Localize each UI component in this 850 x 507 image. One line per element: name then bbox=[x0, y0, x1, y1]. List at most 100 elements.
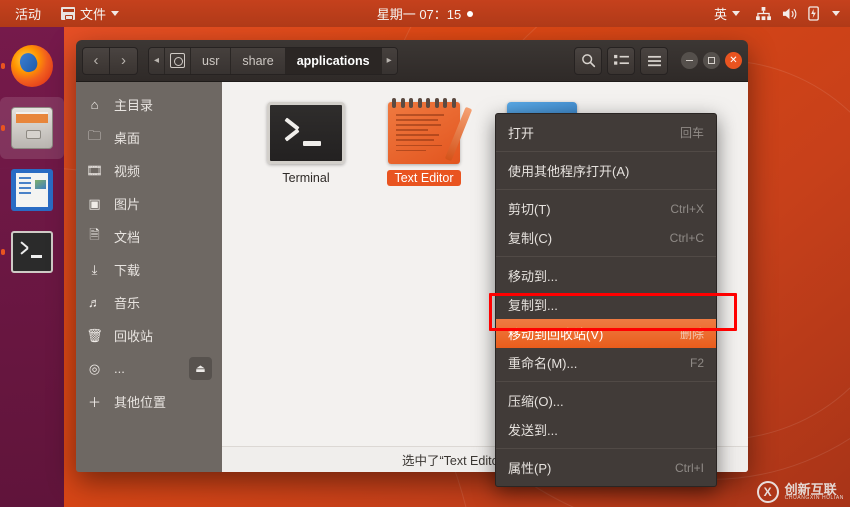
menu-item-label: 复制(C) bbox=[508, 231, 553, 246]
watermark-logo-icon: X bbox=[756, 481, 779, 503]
hamburger-menu-icon bbox=[647, 55, 661, 66]
libreoffice-writer-icon bbox=[11, 169, 53, 211]
battery-icon[interactable] bbox=[808, 6, 821, 21]
breadcrumb-item-share[interactable]: share bbox=[231, 47, 286, 74]
back-button[interactable]: ‹ bbox=[82, 46, 110, 75]
input-method-button[interactable]: 英 bbox=[709, 2, 745, 25]
file-item-terminal[interactable]: Terminal bbox=[250, 96, 362, 192]
headerbar-right: ✕ bbox=[574, 46, 742, 75]
breadcrumb-item-usr[interactable]: usr bbox=[191, 47, 232, 74]
file-label: Text Editor bbox=[387, 170, 461, 186]
menu-item-rename[interactable]: 重命名(M)... F2 bbox=[496, 348, 716, 377]
list-view-icon bbox=[613, 54, 629, 65]
download-arrow-icon: ⤓ bbox=[91, 261, 98, 277]
window-controls: ✕ bbox=[681, 52, 742, 69]
menu-item-accel: F2 bbox=[689, 355, 704, 370]
breadcrumb-item-applications[interactable]: applications bbox=[285, 47, 382, 74]
eject-icon: ⏏ bbox=[195, 363, 206, 375]
menu-item-cut[interactable]: 剪切(T) Ctrl+X bbox=[496, 194, 716, 223]
menu-item-label: 剪切(T) bbox=[508, 202, 551, 217]
disk-icon bbox=[170, 53, 186, 68]
menu-item-label: 重命名(M)... bbox=[508, 356, 578, 371]
sidebar-item-desktop[interactable]: 🗀 桌面 bbox=[76, 121, 222, 154]
ubuntu-dock bbox=[0, 27, 64, 507]
context-menu: 打开 回车 使用其他程序打开(A) 剪切(T) Ctrl+X 复制(C) Ctr… bbox=[495, 113, 717, 487]
sidebar-item-videos[interactable]: 🎞 视频 bbox=[76, 154, 222, 187]
menu-item-properties[interactable]: 属性(P) Ctrl+I bbox=[496, 453, 716, 482]
menu-separator bbox=[496, 256, 716, 257]
menu-item-open[interactable]: 打开 回车 bbox=[496, 118, 716, 147]
sidebar-item-other-locations[interactable]: ＋ 其他位置 bbox=[76, 385, 222, 418]
menu-item-copy[interactable]: 复制(C) Ctrl+C bbox=[496, 223, 716, 252]
input-method-label: 英 bbox=[713, 7, 727, 22]
window-headerbar: ‹ › ◂ usr share applications ▸ ✕ bbox=[76, 40, 748, 82]
search-icon bbox=[581, 54, 595, 68]
close-button[interactable]: ✕ bbox=[725, 52, 742, 69]
terminal-icon bbox=[11, 231, 53, 273]
app-menu-button[interactable]: 文件 bbox=[56, 2, 124, 25]
watermark-text: 创新互联 CHUANGXIN HULIAN bbox=[784, 481, 844, 502]
volume-icon[interactable] bbox=[782, 7, 797, 21]
video-camera-icon: 🎞 bbox=[86, 162, 103, 178]
notification-dot-icon bbox=[467, 10, 474, 17]
sidebar-item-music[interactable]: ♬ 音乐 bbox=[76, 286, 222, 319]
dock-item-libreoffice-writer[interactable] bbox=[0, 159, 64, 221]
maximize-button[interactable] bbox=[703, 52, 720, 69]
sidebar-item-pictures[interactable]: ▣ 图片 bbox=[76, 187, 222, 220]
sidebar-item-trash[interactable]: 🗑 回收站 bbox=[76, 319, 222, 352]
menu-separator bbox=[496, 381, 716, 382]
dock-item-firefox[interactable] bbox=[0, 35, 64, 97]
menu-item-move-to-trash[interactable]: 移动到回收站(V) 删除 bbox=[496, 319, 716, 348]
sidebar-item-home[interactable]: ⌂ 主目录 bbox=[76, 88, 222, 121]
breadcrumb-scroll-right[interactable]: ▸ bbox=[381, 47, 397, 74]
menu-item-accel: Ctrl+I bbox=[674, 460, 704, 475]
forward-button[interactable]: › bbox=[110, 46, 138, 75]
menu-separator bbox=[496, 151, 716, 152]
sidebar-item-downloads[interactable]: ⤓ 下载 bbox=[76, 253, 222, 286]
menu-item-label: 打开 bbox=[508, 126, 535, 141]
main-menu-button[interactable] bbox=[640, 46, 668, 75]
activities-button[interactable]: 活动 bbox=[10, 2, 46, 25]
network-icon[interactable] bbox=[756, 6, 771, 21]
menu-item-send-to[interactable]: 发送到... bbox=[496, 415, 716, 444]
menu-item-label: 压缩(O)... bbox=[508, 394, 564, 409]
menu-item-accel: Ctrl+C bbox=[669, 230, 704, 245]
firefox-icon bbox=[11, 45, 53, 87]
sidebar-item-volume[interactable]: ◎ ... ⏏ bbox=[76, 352, 222, 385]
dock-item-terminal[interactable] bbox=[0, 221, 64, 283]
breadcrumb-scroll-left[interactable]: ◂ bbox=[149, 47, 166, 74]
chevron-down-icon[interactable] bbox=[832, 11, 840, 16]
menu-separator bbox=[496, 189, 716, 190]
eject-button[interactable]: ⏏ bbox=[189, 357, 212, 380]
menu-item-open-with[interactable]: 使用其他程序打开(A) bbox=[496, 156, 716, 185]
menu-item-label: 移动到回收站(V) bbox=[508, 327, 604, 342]
app-menu-label: 文件 bbox=[80, 7, 107, 22]
menu-item-accel: Ctrl+X bbox=[670, 201, 704, 216]
top-bar-left: 活动 文件 bbox=[0, 2, 124, 25]
navigation-buttons: ‹ › bbox=[82, 46, 138, 75]
menu-item-move-to[interactable]: 移动到... bbox=[496, 261, 716, 290]
watermark-cn: 创新互联 bbox=[784, 481, 837, 497]
menu-item-label: 属性(P) bbox=[508, 461, 552, 476]
search-button[interactable] bbox=[574, 46, 602, 75]
document-icon: 🗎 bbox=[89, 226, 100, 242]
terminal-file-icon bbox=[267, 102, 345, 164]
minimize-button[interactable] bbox=[681, 52, 698, 69]
menu-item-compress[interactable]: 压缩(O)... bbox=[496, 386, 716, 415]
music-note-icon: ♬ bbox=[88, 295, 101, 310]
file-item-text-editor[interactable]: Text Editor bbox=[368, 96, 480, 192]
clock-label: 星期一 07：15 bbox=[376, 7, 462, 22]
sidebar-item-documents[interactable]: 🗎 文档 bbox=[76, 220, 222, 253]
menu-item-copy-to[interactable]: 复制到... bbox=[496, 290, 716, 319]
chevron-down-icon bbox=[111, 11, 120, 16]
watermark: X 创新互联 CHUANGXIN HULIAN bbox=[756, 481, 844, 503]
menu-item-accel: 删除 bbox=[679, 327, 704, 341]
clock-button[interactable]: 星期一 07：15 bbox=[377, 4, 474, 23]
activities-label: 活动 bbox=[15, 7, 42, 22]
breadcrumb-root[interactable] bbox=[165, 47, 192, 74]
dock-item-files[interactable] bbox=[0, 97, 64, 159]
menu-separator bbox=[496, 448, 716, 449]
text-editor-file-icon bbox=[388, 98, 473, 164]
view-toggle-button[interactable] bbox=[607, 46, 635, 75]
menu-item-label: 发送到... bbox=[508, 423, 558, 438]
